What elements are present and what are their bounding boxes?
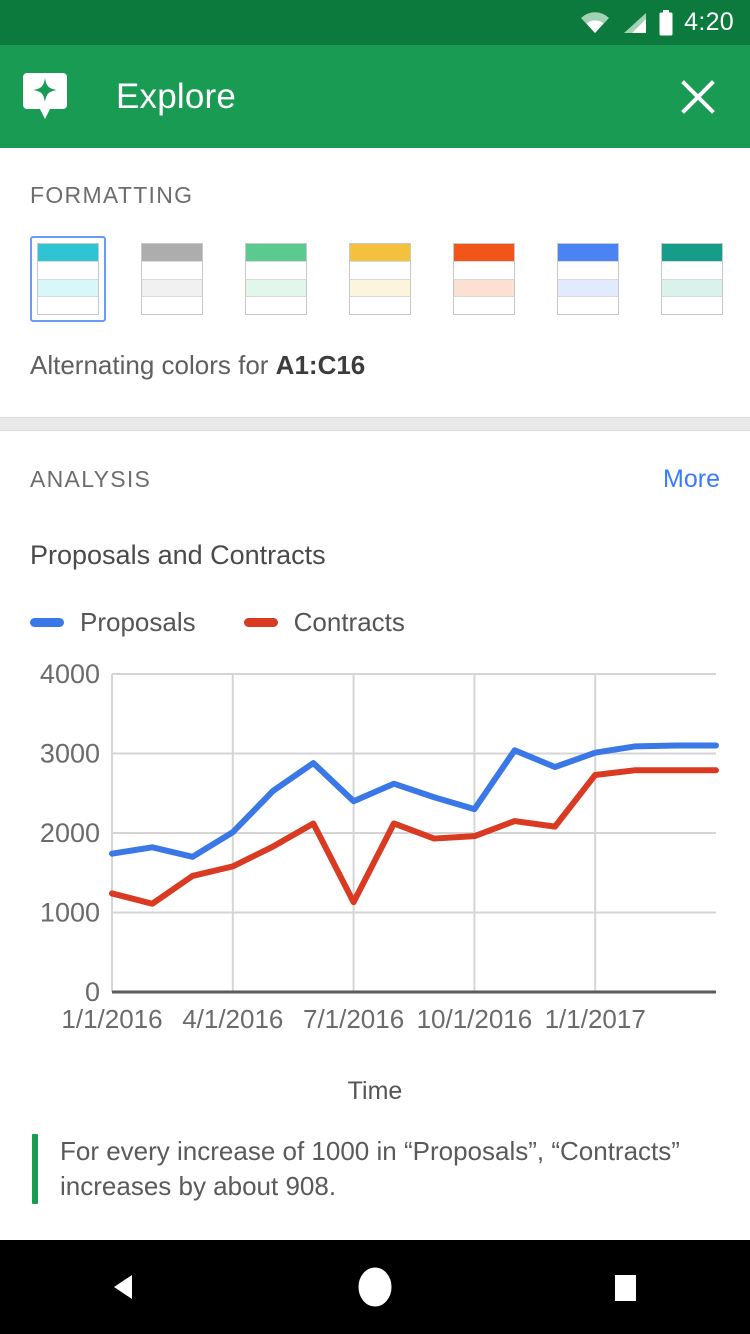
app-bar: Explore — [0, 45, 750, 148]
swatch-row-band — [246, 297, 306, 314]
swatch-row-band — [454, 262, 514, 280]
explore-sparkle-icon — [22, 71, 68, 123]
swatch-green[interactable] — [238, 236, 314, 322]
swatch-row-band — [350, 262, 410, 280]
swatch-row-band — [662, 262, 722, 280]
chart-ytick-label: 3000 — [40, 739, 100, 769]
swatch-row-band — [662, 297, 722, 314]
home-circle-icon[interactable] — [320, 1240, 430, 1334]
battery-icon — [659, 9, 673, 35]
analysis-section: ANALYSIS More Proposals and Contracts Pr… — [0, 431, 750, 1106]
swatch-alt-band — [454, 279, 514, 298]
swatch-alt-band — [246, 279, 306, 298]
status-bar: 4:20 — [0, 0, 750, 45]
line-chart: 0 1000 2000 3000 4000 1/1/2016 4/1/2016 7/1/201… — [30, 659, 720, 1055]
swatch-yellow[interactable] — [342, 236, 418, 322]
caption-prefix: Alternating colors for — [30, 350, 276, 380]
chart-ytick-label: 0 — [85, 977, 100, 1007]
swatch-alt-band — [142, 279, 202, 298]
swatch-header-band — [558, 244, 618, 262]
legend-label-proposals: Proposals — [80, 607, 196, 637]
swatch-alt-band — [662, 279, 722, 298]
alternating-colors-caption: Alternating colors for A1:C16 — [30, 350, 720, 417]
chart-xtick-label: 7/1/2016 — [303, 1004, 404, 1034]
insight-callout: For every increase of 1000 in “Proposals… — [32, 1134, 720, 1205]
section-divider — [0, 417, 750, 431]
legend-color-proposals — [30, 618, 64, 627]
swatch-row-band — [246, 262, 306, 280]
chart-ytick-label: 4000 — [40, 660, 100, 689]
swatch-row-band — [350, 297, 410, 314]
wifi-icon — [581, 11, 610, 33]
chart-title: Proposals and Contracts — [30, 540, 326, 570]
android-nav-bar — [0, 1240, 750, 1334]
recents-square-icon[interactable] — [570, 1240, 680, 1334]
formatting-heading: FORMATTING — [30, 182, 194, 208]
formatting-section: FORMATTING Alternating colors for A1:C16 — [0, 148, 750, 417]
swatch-row — [30, 236, 723, 322]
swatch-row-band — [38, 297, 98, 314]
swatch-row-band — [454, 297, 514, 314]
swatch-header-band — [454, 244, 514, 262]
swatch-header-band — [38, 244, 98, 262]
chart-xtick-label: 1/1/2016 — [61, 1004, 162, 1034]
analysis-header-row: ANALYSIS More — [30, 431, 720, 494]
insight-text: For every increase of 1000 in “Proposals… — [60, 1136, 680, 1202]
caption-range: A1:C16 — [275, 350, 366, 380]
swatch-header-band — [662, 244, 722, 262]
more-link[interactable]: More — [663, 465, 720, 494]
swatch-teal[interactable] — [654, 236, 730, 322]
chart-xtick-label: 10/1/2016 — [417, 1004, 533, 1034]
chart-legend: Proposals Contracts — [30, 607, 720, 638]
swatch-alt-band — [38, 279, 98, 298]
app-screen: 4:20 Explore FORMATTING Alternating colo… — [0, 0, 750, 1334]
legend-item-proposals[interactable]: Proposals — [30, 607, 196, 638]
swatch-row-band — [558, 262, 618, 280]
swatch-row-band — [142, 262, 202, 280]
swatch-header-band — [142, 244, 202, 262]
chart-ytick-label: 2000 — [40, 818, 100, 848]
chart-xtick-label: 4/1/2016 — [182, 1004, 283, 1034]
chart-ytick-label: 1000 — [40, 898, 100, 928]
swatch-row-band — [558, 297, 618, 314]
swatch-blue[interactable] — [550, 236, 626, 322]
swatch-orange[interactable] — [446, 236, 522, 322]
swatch-alt-band — [558, 279, 618, 298]
swatch-row-band — [38, 262, 98, 280]
chart-xaxis-title: Time — [347, 1077, 403, 1105]
swatch-row-band — [142, 297, 202, 314]
legend-label-contracts: Contracts — [293, 607, 405, 637]
status-bar-time: 4:20 — [684, 8, 734, 36]
cell-signal-icon — [624, 12, 647, 33]
chart-series-proposals — [109, 742, 719, 860]
legend-item-contracts[interactable]: Contracts — [243, 607, 405, 638]
chart-xtick-label: 1/1/2017 — [545, 1004, 646, 1034]
swatch-header-band — [246, 244, 306, 262]
page-title: Explore — [116, 76, 237, 116]
analysis-heading: ANALYSIS — [30, 466, 152, 492]
legend-color-contracts — [243, 618, 278, 627]
back-triangle-icon[interactable] — [70, 1240, 180, 1334]
swatch-header-band — [350, 244, 410, 262]
swatch-grey[interactable] — [134, 236, 210, 322]
swatch-alt-band — [350, 279, 410, 298]
close-icon[interactable] — [674, 73, 722, 121]
swatch-cyan[interactable] — [30, 236, 106, 322]
